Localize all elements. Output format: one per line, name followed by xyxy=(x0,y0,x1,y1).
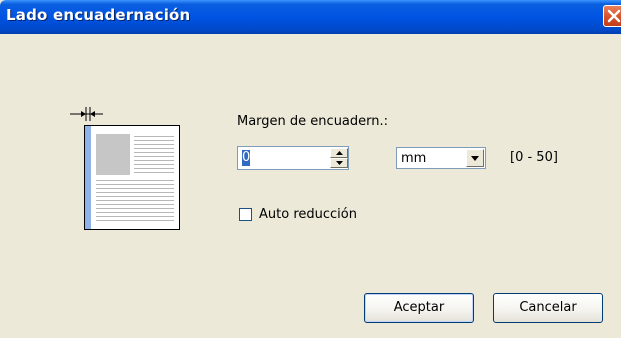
close-button[interactable] xyxy=(603,5,621,27)
close-icon xyxy=(607,9,621,23)
margin-label: Margen de encuadern.: xyxy=(237,114,389,129)
window-title: Lado encuadernación xyxy=(6,6,191,24)
checkbox-box[interactable] xyxy=(239,208,252,221)
margin-value[interactable]: 0 xyxy=(242,150,250,166)
unit-dropdown-button[interactable] xyxy=(466,149,484,167)
cancel-button[interactable]: Cancelar xyxy=(493,293,603,323)
auto-reduce-label[interactable]: Auto reducción xyxy=(259,207,357,222)
arrow-up-icon xyxy=(336,151,343,155)
margin-range: [0 - 50] xyxy=(510,150,558,165)
margin-spinbox[interactable]: 0 xyxy=(237,146,349,170)
arrow-down-icon xyxy=(336,161,343,165)
ok-button[interactable]: Aceptar xyxy=(364,293,474,323)
binding-margin-preview-icon xyxy=(70,107,180,230)
unit-select[interactable]: mm xyxy=(396,147,486,169)
chevron-down-icon xyxy=(471,156,479,161)
binding-side-dialog: Lado encuadernación Margen de encuadern.… xyxy=(0,0,621,338)
title-bar[interactable]: Lado encuadernación xyxy=(0,0,621,34)
unit-value: mm xyxy=(401,151,427,166)
spin-down-button[interactable] xyxy=(330,158,348,168)
spin-up-button[interactable] xyxy=(330,148,348,158)
